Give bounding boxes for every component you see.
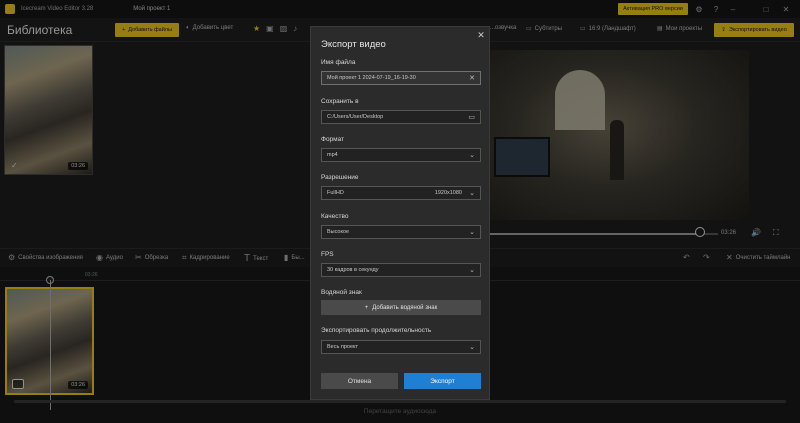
chevron-down-icon: ⌄ <box>469 190 475 197</box>
save-to-label: Сохранить в <box>321 98 359 105</box>
chevron-down-icon: ⌄ <box>469 152 475 159</box>
filename-value: Мой проект 1 2024-07-19_16-19-30 <box>327 75 416 81</box>
quality-select[interactable]: Высокое ⌄ <box>321 225 481 239</box>
fps-select[interactable]: 30 кадров в секунду ⌄ <box>321 263 481 277</box>
cancel-button[interactable]: Отмена <box>321 373 398 389</box>
dialog-title: Экспорт видео <box>321 39 386 50</box>
plus-icon: + <box>364 304 369 311</box>
filename-field[interactable]: Мой проект 1 2024-07-19_16-19-30 ✕ <box>321 71 481 85</box>
export-dialog: Экспорт видео ✕ Имя файла Мой проект 1 2… <box>310 26 490 400</box>
format-select[interactable]: mp4 ⌄ <box>321 148 481 162</box>
video-editor-app: Icecream Video Editor 3.28 Мой проект 1 … <box>0 0 800 423</box>
export-duration-label: Экспортировать продолжительность <box>321 327 432 334</box>
quality-value: Высокое <box>327 229 350 235</box>
chevron-down-icon: ⌄ <box>469 344 475 351</box>
quality-label: Качество <box>321 213 349 220</box>
format-label: Формат <box>321 136 345 143</box>
export-button[interactable]: Экспорт <box>404 373 481 389</box>
resolution-select[interactable]: FullHD 1920x1080 ⌄ <box>321 186 481 200</box>
save-to-field[interactable]: C:/Users/User/Desktop ▭ <box>321 110 481 124</box>
fps-value: 30 кадров в секунду <box>327 267 379 273</box>
resolution-size: 1920x1080 <box>434 190 462 196</box>
export-duration-value: Весь проект <box>327 344 359 350</box>
folder-open-icon[interactable]: ▭ <box>468 113 475 121</box>
export-duration-select[interactable]: Весь проект ⌄ <box>321 340 481 354</box>
add-watermark-button[interactable]: + Добавить водяной знак <box>321 300 481 315</box>
format-value: mp4 <box>327 152 338 158</box>
resolution-value: FullHD <box>327 190 344 196</box>
filename-label: Имя файла <box>321 59 356 66</box>
chevron-down-icon: ⌄ <box>469 229 475 236</box>
chevron-down-icon: ⌄ <box>469 267 475 274</box>
add-watermark-label: Добавить водяной знак <box>372 304 438 311</box>
resolution-label: Разрешение <box>321 174 359 181</box>
fps-label: FPS <box>321 251 334 258</box>
watermark-label: Водяной знак <box>321 289 362 296</box>
clear-input-icon[interactable]: ✕ <box>469 74 475 82</box>
save-to-value: C:/Users/User/Desktop <box>327 114 384 120</box>
close-icon[interactable]: ✕ <box>475 29 487 41</box>
